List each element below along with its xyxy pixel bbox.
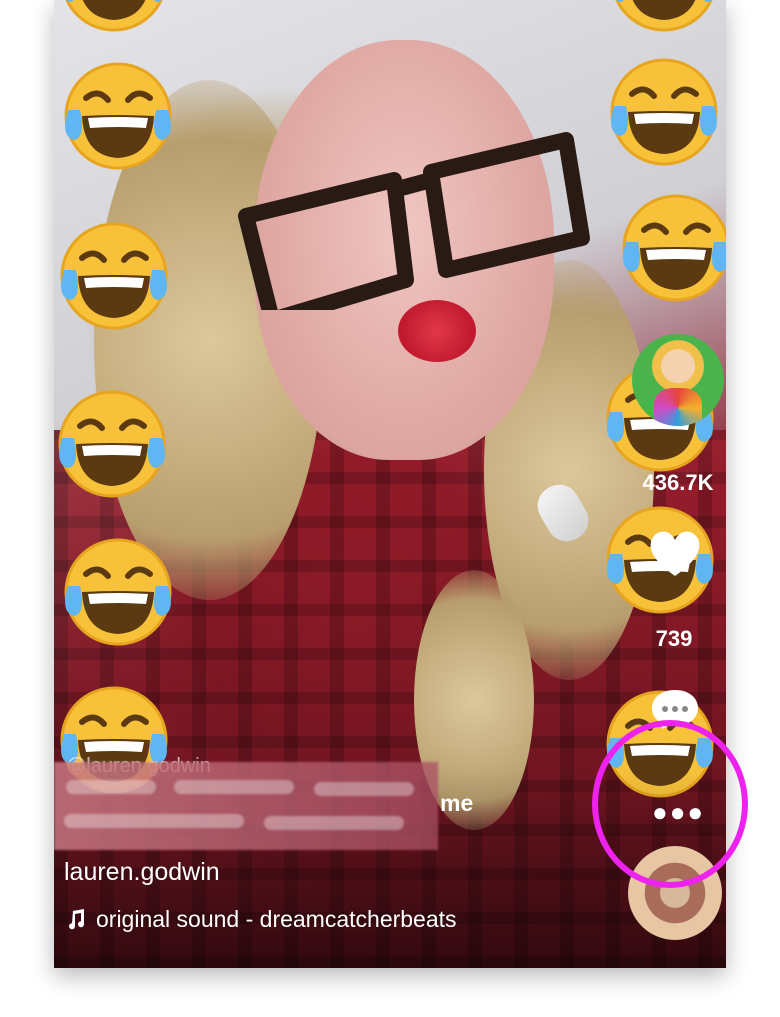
tears-of-joy-emoji [56,218,172,334]
lips [398,300,476,362]
like-count: 436.7K [642,470,714,495]
avatar-shirt [654,388,702,426]
tears-of-joy-emoji [618,190,726,306]
sound-link[interactable]: original sound - dreamcatcherbeats [64,906,457,933]
glasses [238,132,590,310]
tears-of-joy-emoji [56,0,172,36]
tears-of-joy-emoji [60,58,176,174]
tears-of-joy-emoji [60,534,176,650]
comment-count: 739 [655,626,693,651]
creator-avatar[interactable] [632,334,724,426]
creator-username[interactable]: lauren.godwin [64,858,220,887]
sound-title: original sound - dreamcatcherbeats [96,906,457,932]
blurred-caption [54,762,438,850]
video-caption: me [440,790,474,816]
tears-of-joy-emoji [606,54,722,170]
heart-icon[interactable] [648,528,702,578]
tears-of-joy-emoji [606,0,722,36]
music-note-icon [69,908,85,929]
highlight-circle [592,720,748,888]
tears-of-joy-emoji [54,386,170,502]
